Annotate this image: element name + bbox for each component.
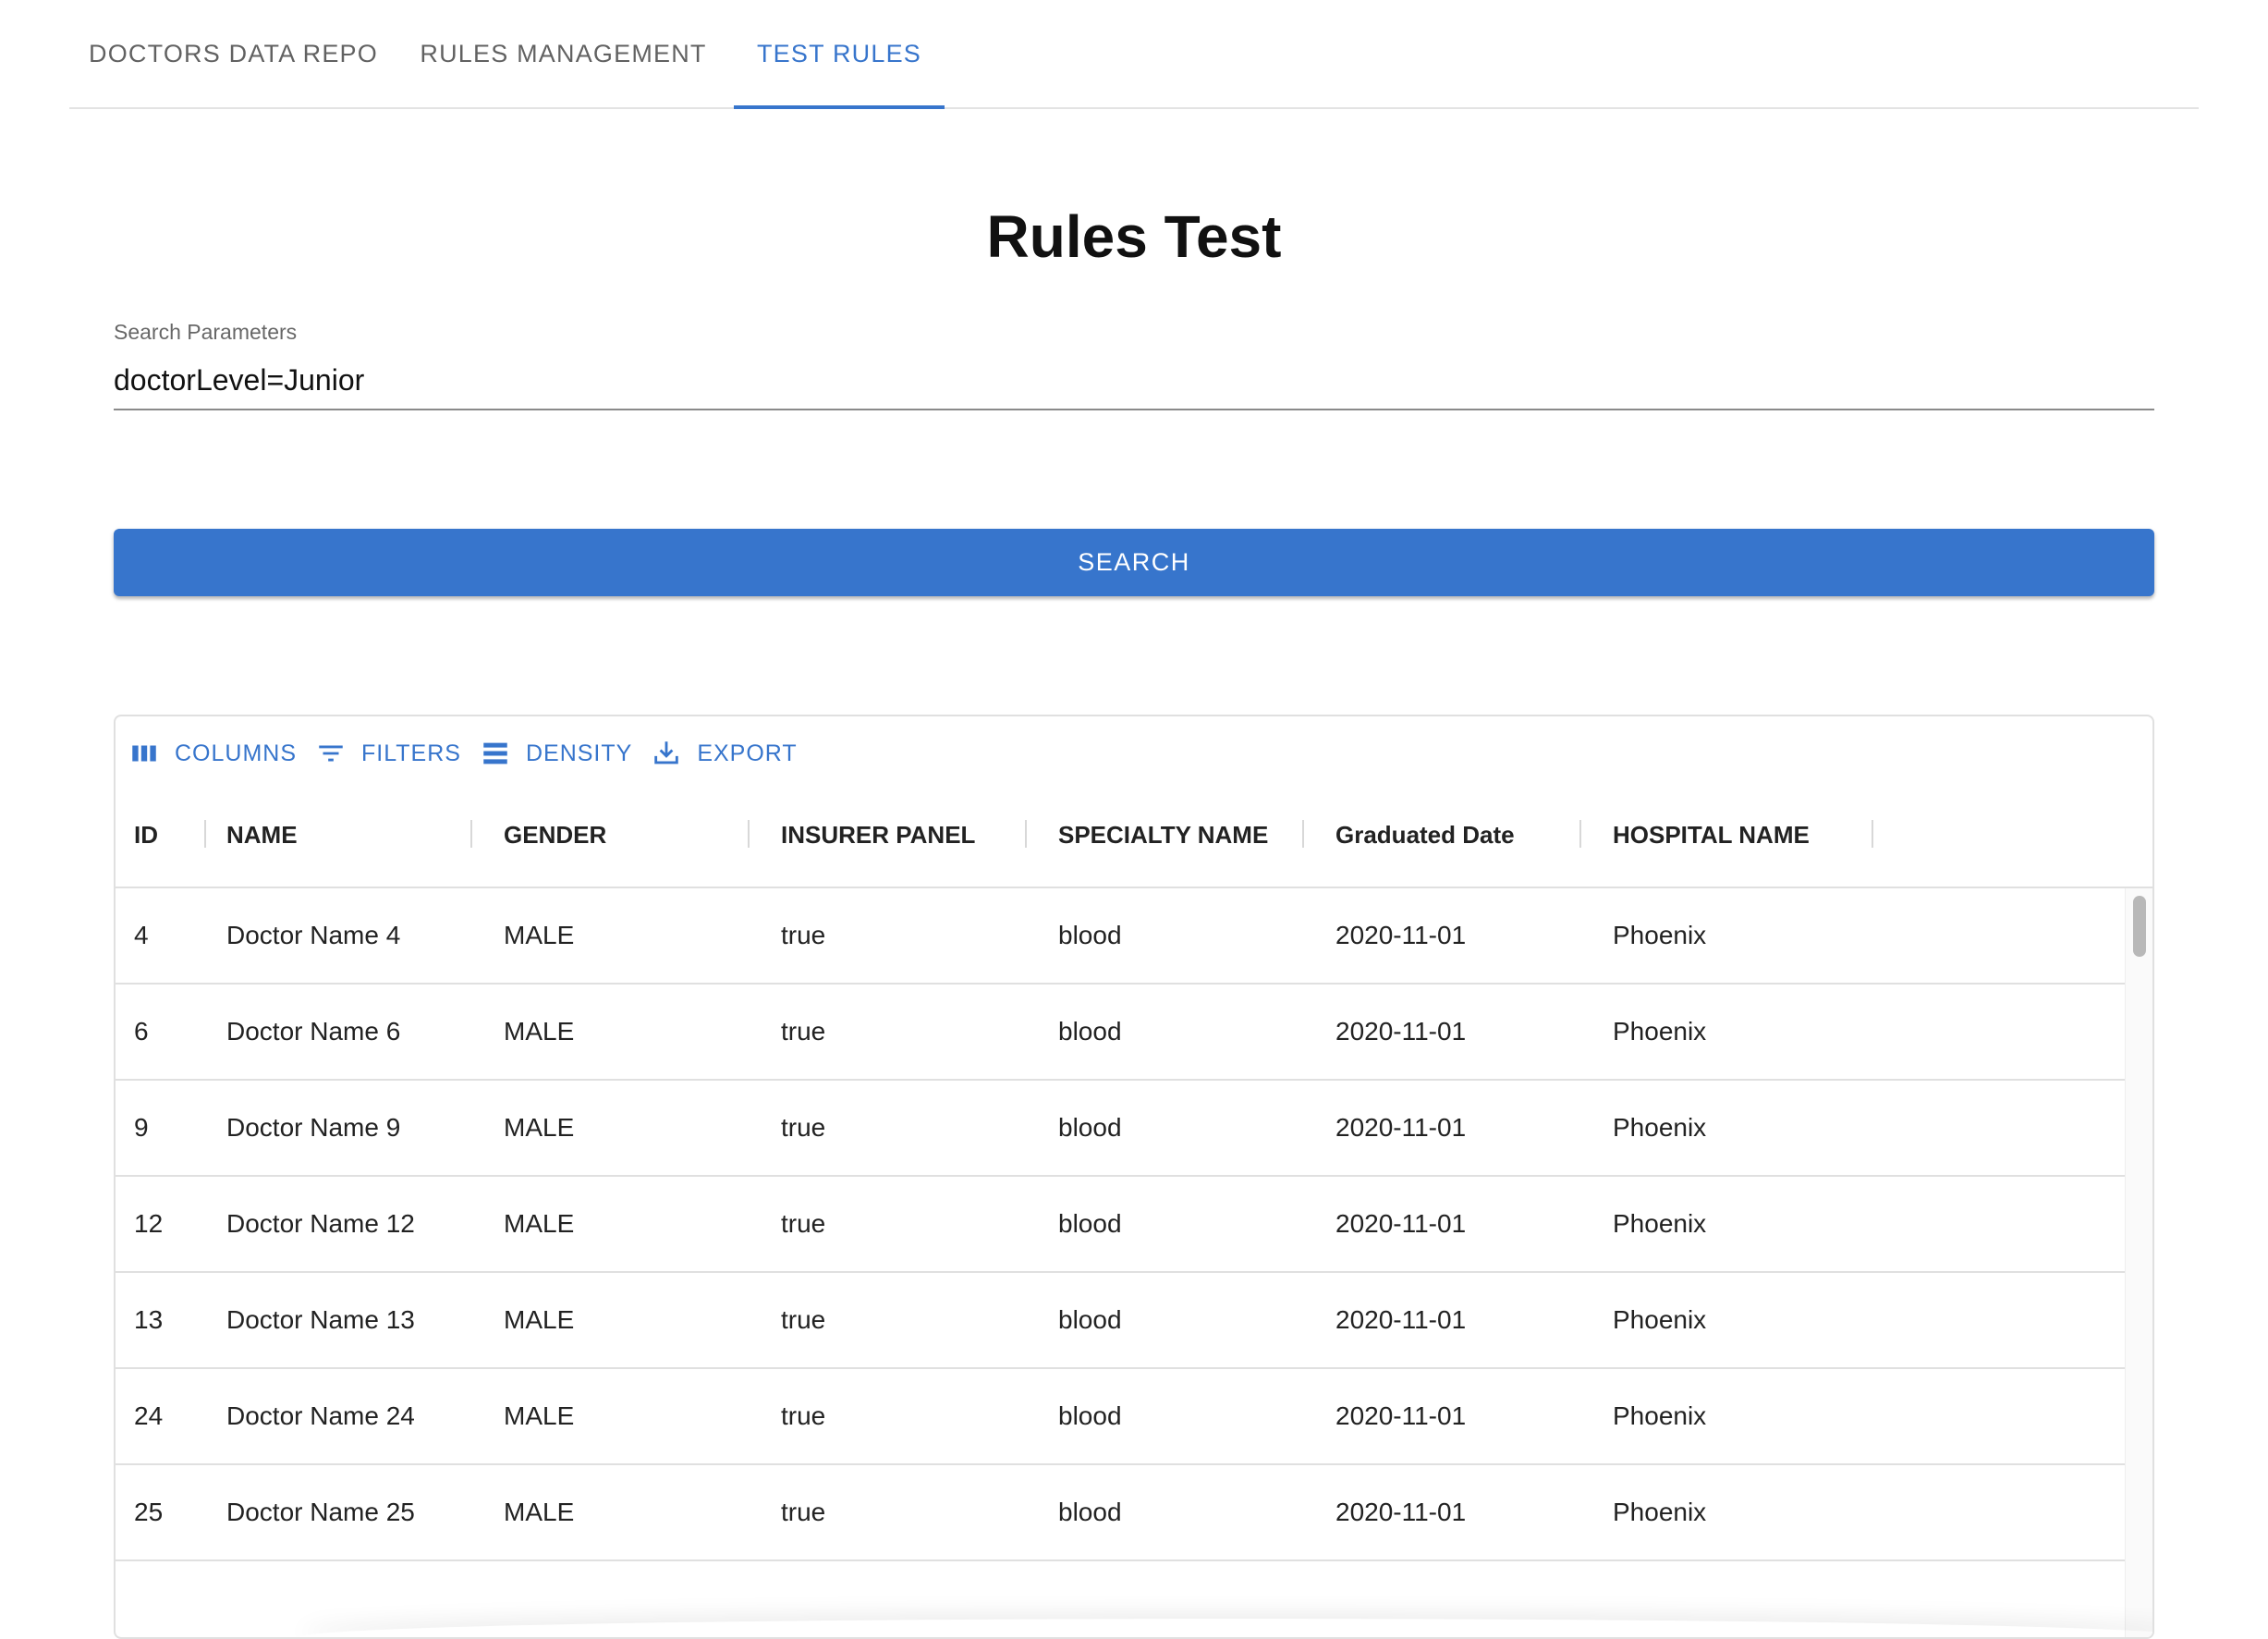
column-header-hospital-name[interactable]: HOSPITAL NAME bbox=[1594, 809, 1872, 861]
table-row[interactable]: 9 Doctor Name 9 MALE true blood 2020-11-… bbox=[116, 1081, 2127, 1177]
cell-graduated-date: 2020-11-01 bbox=[1335, 921, 1467, 949]
cell-specialty-name: blood bbox=[1058, 1401, 1122, 1430]
column-separator[interactable] bbox=[1872, 820, 1873, 848]
density-label: DENSITY bbox=[525, 740, 633, 766]
column-header-insurer-panel[interactable]: INSURER PANEL bbox=[762, 809, 1040, 861]
cell-insurer-panel: true bbox=[781, 1017, 826, 1046]
cell-insurer-panel: true bbox=[781, 1305, 826, 1334]
cell-hospital-name: Phoenix bbox=[1613, 1113, 1707, 1142]
search-parameters-input[interactable] bbox=[114, 357, 2154, 403]
column-separator[interactable] bbox=[1025, 820, 1027, 848]
table-row[interactable]: 24 Doctor Name 24 MALE true blood 2020-1… bbox=[116, 1369, 2127, 1465]
cell-specialty-name: blood bbox=[1058, 1113, 1122, 1142]
column-separator[interactable] bbox=[470, 820, 472, 848]
search-button[interactable]: SEARCH bbox=[114, 529, 2154, 596]
download-icon bbox=[651, 738, 682, 769]
cell-hospital-name: Phoenix bbox=[1613, 1305, 1707, 1334]
cell-hospital-name: Phoenix bbox=[1613, 1017, 1707, 1046]
density-icon bbox=[480, 738, 511, 769]
cell-name: Doctor Name 4 bbox=[226, 921, 401, 949]
cell-id: 25 bbox=[134, 1498, 164, 1526]
cell-graduated-date: 2020-11-01 bbox=[1335, 1305, 1467, 1334]
cell-specialty-name: blood bbox=[1058, 1498, 1122, 1526]
tab-doctors-data-repo[interactable]: DOCTORS DATA REPO bbox=[69, 0, 397, 107]
cell-gender: MALE bbox=[504, 1498, 575, 1526]
cell-graduated-date: 2020-11-01 bbox=[1335, 1113, 1467, 1142]
grid-rows: 4 Doctor Name 4 MALE true blood 2020-11-… bbox=[116, 888, 2127, 1561]
cell-graduated-date: 2020-11-01 bbox=[1335, 1498, 1467, 1526]
table-row[interactable]: 25 Doctor Name 25 MALE true blood 2020-1… bbox=[116, 1465, 2127, 1561]
cell-gender: MALE bbox=[504, 1401, 575, 1430]
column-separator[interactable] bbox=[1579, 820, 1581, 848]
export-button[interactable]: EXPORT bbox=[651, 738, 797, 769]
doctors-data-grid: COLUMNS FILTERS DENSITY EXPORT ID NAME G… bbox=[114, 715, 2154, 1639]
cell-specialty-name: blood bbox=[1058, 921, 1122, 949]
column-header-graduated-date[interactable]: Graduated Date bbox=[1317, 809, 1594, 861]
columns-button[interactable]: COLUMNS bbox=[128, 738, 297, 769]
filters-label: FILTERS bbox=[361, 740, 461, 766]
cell-gender: MALE bbox=[504, 1113, 575, 1142]
column-separator[interactable] bbox=[748, 820, 750, 848]
filter-list-icon bbox=[315, 738, 347, 769]
page-title: Rules Test bbox=[986, 203, 1282, 270]
search-parameters-field: Search Parameters bbox=[114, 320, 2154, 410]
cell-hospital-name: Phoenix bbox=[1613, 1401, 1707, 1430]
cell-name: Doctor Name 13 bbox=[226, 1305, 415, 1334]
cell-specialty-name: blood bbox=[1058, 1017, 1122, 1046]
scrollbar-thumb[interactable] bbox=[2133, 896, 2146, 957]
tab-test-rules[interactable]: TEST RULES bbox=[734, 0, 945, 107]
cell-insurer-panel: true bbox=[781, 1113, 826, 1142]
grid-toolbar: COLUMNS FILTERS DENSITY EXPORT bbox=[128, 735, 816, 772]
cell-insurer-panel: true bbox=[781, 1401, 826, 1430]
cell-insurer-panel: true bbox=[781, 1209, 826, 1238]
table-row[interactable]: 13 Doctor Name 13 MALE true blood 2020-1… bbox=[116, 1273, 2127, 1369]
cell-gender: MALE bbox=[504, 1017, 575, 1046]
table-row[interactable]: 4 Doctor Name 4 MALE true blood 2020-11-… bbox=[116, 888, 2127, 985]
cell-id: 13 bbox=[134, 1305, 164, 1334]
bottom-shadow bbox=[300, 1619, 2152, 1637]
cell-graduated-date: 2020-11-01 bbox=[1335, 1017, 1467, 1046]
cell-specialty-name: blood bbox=[1058, 1209, 1122, 1238]
cell-hospital-name: Phoenix bbox=[1613, 921, 1707, 949]
cell-id: 4 bbox=[134, 921, 149, 949]
table-row[interactable]: 6 Doctor Name 6 MALE true blood 2020-11-… bbox=[116, 985, 2127, 1081]
filters-button[interactable]: FILTERS bbox=[315, 738, 461, 769]
column-header-name[interactable]: NAME bbox=[208, 809, 485, 861]
cell-gender: MALE bbox=[504, 1305, 575, 1334]
table-row[interactable]: 12 Doctor Name 12 MALE true blood 2020-1… bbox=[116, 1177, 2127, 1273]
column-header-row: ID NAME GENDER INSURER PANEL SPECIALTY N… bbox=[116, 809, 2152, 888]
columns-label: COLUMNS bbox=[175, 740, 298, 766]
column-header-id[interactable]: ID bbox=[116, 809, 208, 861]
cell-id: 12 bbox=[134, 1209, 164, 1238]
active-tab-indicator bbox=[734, 105, 945, 109]
cell-id: 6 bbox=[134, 1017, 149, 1046]
cell-specialty-name: blood bbox=[1058, 1305, 1122, 1334]
cell-name: Doctor Name 12 bbox=[226, 1209, 415, 1238]
cell-gender: MALE bbox=[504, 1209, 575, 1238]
cell-id: 9 bbox=[134, 1113, 149, 1142]
tab-bar: DOCTORS DATA REPO RULES MANAGEMENT TEST … bbox=[69, 0, 2199, 109]
cell-id: 24 bbox=[134, 1401, 164, 1430]
cell-name: Doctor Name 9 bbox=[226, 1113, 401, 1142]
cell-hospital-name: Phoenix bbox=[1613, 1209, 1707, 1238]
cell-gender: MALE bbox=[504, 921, 575, 949]
cell-name: Doctor Name 25 bbox=[226, 1498, 415, 1526]
view-column-icon bbox=[128, 738, 160, 769]
column-separator[interactable] bbox=[1302, 820, 1304, 848]
column-header-specialty-name[interactable]: SPECIALTY NAME bbox=[1040, 809, 1317, 861]
density-button[interactable]: DENSITY bbox=[480, 738, 632, 769]
vertical-scrollbar[interactable] bbox=[2125, 888, 2152, 1637]
cell-name: Doctor Name 24 bbox=[226, 1401, 415, 1430]
column-header-gender[interactable]: GENDER bbox=[485, 809, 762, 861]
cell-insurer-panel: true bbox=[781, 1498, 826, 1526]
cell-graduated-date: 2020-11-01 bbox=[1335, 1209, 1467, 1238]
column-separator[interactable] bbox=[204, 820, 206, 848]
cell-name: Doctor Name 6 bbox=[226, 1017, 401, 1046]
export-label: EXPORT bbox=[697, 740, 798, 766]
tab-rules-management[interactable]: RULES MANAGEMENT bbox=[397, 0, 729, 107]
cell-graduated-date: 2020-11-01 bbox=[1335, 1401, 1467, 1430]
cell-hospital-name: Phoenix bbox=[1613, 1498, 1707, 1526]
cell-insurer-panel: true bbox=[781, 921, 826, 949]
search-parameters-label: Search Parameters bbox=[114, 320, 298, 344]
